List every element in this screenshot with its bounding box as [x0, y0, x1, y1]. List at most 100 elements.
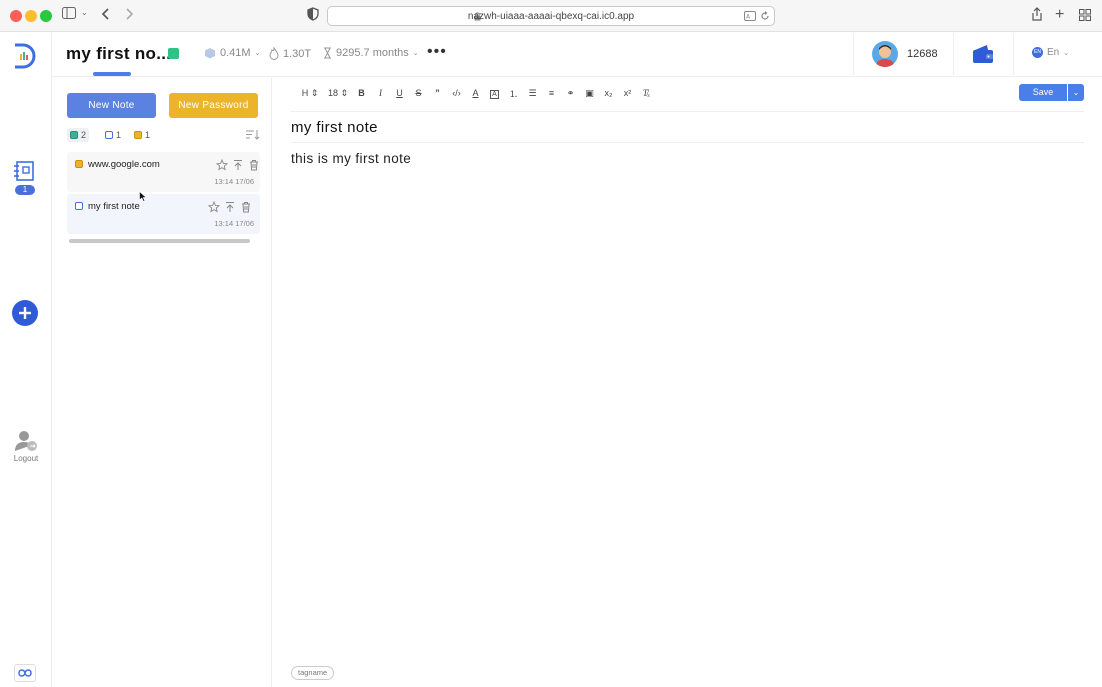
- underline-button[interactable]: U: [390, 88, 409, 98]
- list-item[interactable]: my first note 13:14 17/06: [67, 194, 260, 234]
- notes-list: www.google.com 13:14 17/06 my first note…: [67, 152, 260, 236]
- quote-icon[interactable]: ”: [428, 88, 447, 98]
- chevron-down-icon[interactable]: ⌄: [81, 8, 88, 17]
- item-name: www.google.com: [88, 159, 160, 170]
- filter-all-count: 2: [81, 130, 87, 140]
- cycles-stat[interactable]: 1.30T: [269, 47, 311, 60]
- logout-button[interactable]: Logout: [8, 430, 44, 463]
- plus-icon: [19, 307, 31, 319]
- mouse-pointer-icon: [139, 191, 147, 202]
- new-password-button[interactable]: New Password: [169, 93, 258, 118]
- app-logo-icon[interactable]: [13, 43, 37, 69]
- bullet-list-icon[interactable]: ☰: [523, 88, 542, 99]
- chevron-down-icon: ⌄: [412, 50, 419, 57]
- hourglass-icon: [324, 47, 331, 59]
- filter-passwords-count: 1: [145, 130, 151, 140]
- clear-format-icon[interactable]: T̸ₓ: [637, 88, 656, 98]
- code-icon[interactable]: ‹/›: [447, 88, 466, 98]
- notes-count-badge: 1: [15, 185, 35, 195]
- strikethrough-button[interactable]: S: [409, 88, 428, 98]
- logout-label: Logout: [13, 454, 39, 463]
- share-icon[interactable]: [1031, 7, 1043, 22]
- cube-icon: [205, 48, 215, 59]
- forward-arrow-icon[interactable]: [124, 7, 134, 21]
- trash-icon[interactable]: [240, 201, 252, 213]
- zoom-window-button[interactable]: [40, 10, 52, 22]
- star-icon[interactable]: [208, 201, 220, 213]
- notes-nav-icon[interactable]: [13, 160, 37, 182]
- filter-passwords[interactable]: 1: [131, 128, 153, 142]
- bold-button[interactable]: B: [352, 88, 371, 98]
- font-color-icon[interactable]: A: [466, 88, 485, 98]
- close-window-button[interactable]: [10, 10, 22, 22]
- star-icon[interactable]: [216, 159, 228, 171]
- formatting-toolbar: H ⇕ 18 ⇕ B I U S ” ‹/› A A ⒈ ☰ ≡ ⚭ ▣ x₂ …: [296, 86, 656, 100]
- heading-select[interactable]: H ⇕: [296, 88, 324, 99]
- globe-icon: EN: [1032, 47, 1043, 58]
- italic-button[interactable]: I: [371, 88, 390, 98]
- wallet-icon[interactable]: [972, 44, 994, 64]
- divider: [290, 142, 1084, 143]
- align-left-icon[interactable]: ≡: [542, 88, 561, 98]
- pin-top-icon[interactable]: [232, 159, 244, 171]
- svg-text:A: A: [746, 14, 751, 21]
- pin-top-icon[interactable]: [224, 201, 236, 213]
- storage-stat[interactable]: 0.41M ⌄: [204, 47, 260, 59]
- filter-all[interactable]: 2: [67, 128, 90, 142]
- font-size-select[interactable]: 18 ⇕: [324, 88, 352, 99]
- save-options-dropdown[interactable]: ⌄: [1068, 84, 1084, 101]
- chevron-down-icon: ⌄: [254, 50, 261, 57]
- note-title-input[interactable]: my first note: [291, 119, 378, 136]
- minimize-window-button[interactable]: [25, 10, 37, 22]
- flame-icon: [269, 47, 279, 60]
- sidebar-toggle-icon[interactable]: [62, 7, 76, 19]
- horizontal-scrollbar[interactable]: [69, 239, 250, 243]
- language-label: En: [1047, 47, 1060, 58]
- reload-icon[interactable]: [760, 11, 770, 21]
- duration-stat[interactable]: 9295.7 months ⌄: [323, 47, 419, 59]
- password-icon: [75, 160, 83, 168]
- divider: [1013, 33, 1014, 75]
- superscript-icon[interactable]: x²: [618, 88, 637, 98]
- note-body-editor[interactable]: this is my first note: [291, 151, 411, 166]
- storage-value: 0.41M: [220, 47, 251, 59]
- subscript-icon[interactable]: x₂: [599, 88, 618, 98]
- add-button[interactable]: [12, 300, 38, 326]
- all-items-icon: [70, 131, 78, 139]
- sort-icon[interactable]: [246, 129, 260, 140]
- background-color-icon[interactable]: A: [485, 88, 504, 99]
- image-icon[interactable]: ▣: [580, 88, 599, 99]
- new-note-button[interactable]: New Note: [67, 93, 156, 118]
- more-options-icon[interactable]: •••: [427, 43, 447, 61]
- divider: [290, 111, 1084, 112]
- item-date: 13:14 17/06: [214, 177, 254, 186]
- shield-icon[interactable]: [307, 7, 319, 21]
- address-bar[interactable]: nazwh-uiaaa-aaaai-qbexq-cai.ic0.app A: [327, 6, 775, 26]
- tab-overview-icon[interactable]: [1079, 9, 1091, 21]
- duration-value: 9295.7 months: [336, 47, 409, 59]
- link-icon[interactable]: ⚭: [561, 88, 580, 99]
- translate-icon[interactable]: A: [744, 11, 756, 21]
- divider: [953, 33, 954, 75]
- filter-notes[interactable]: 1: [102, 128, 124, 142]
- left-rail: 1 Logout: [0, 33, 52, 687]
- back-arrow-icon[interactable]: [101, 7, 111, 21]
- language-selector[interactable]: EN En ⌄: [1032, 47, 1069, 58]
- ordered-list-icon[interactable]: ⒈: [504, 87, 523, 100]
- chevron-down-icon: ⌄: [1063, 49, 1070, 57]
- password-icon: [134, 131, 142, 139]
- internet-computer-logo-icon: [14, 664, 36, 682]
- save-button[interactable]: Save: [1019, 84, 1067, 101]
- page-title: my first no...: [66, 44, 172, 63]
- list-item[interactable]: www.google.com 13:14 17/06: [67, 152, 260, 192]
- title-underline: [93, 72, 131, 76]
- avatar[interactable]: [872, 41, 898, 67]
- browser-toolbar: ⌄ nazwh-uiaaa-aaaai-qbexq-cai.ic0.app A …: [0, 0, 1102, 32]
- type-filters: 2 1 1: [67, 128, 260, 142]
- new-tab-plus-icon[interactable]: +: [1055, 6, 1064, 24]
- tag-input[interactable]: tagname: [291, 666, 335, 680]
- item-name: my first note: [88, 201, 140, 212]
- trash-icon[interactable]: [248, 159, 260, 171]
- cycles-value: 1.30T: [283, 47, 312, 60]
- top-header: my first no... 0.41M ⌄ 1.30T 9295.7 mont…: [52, 33, 1102, 77]
